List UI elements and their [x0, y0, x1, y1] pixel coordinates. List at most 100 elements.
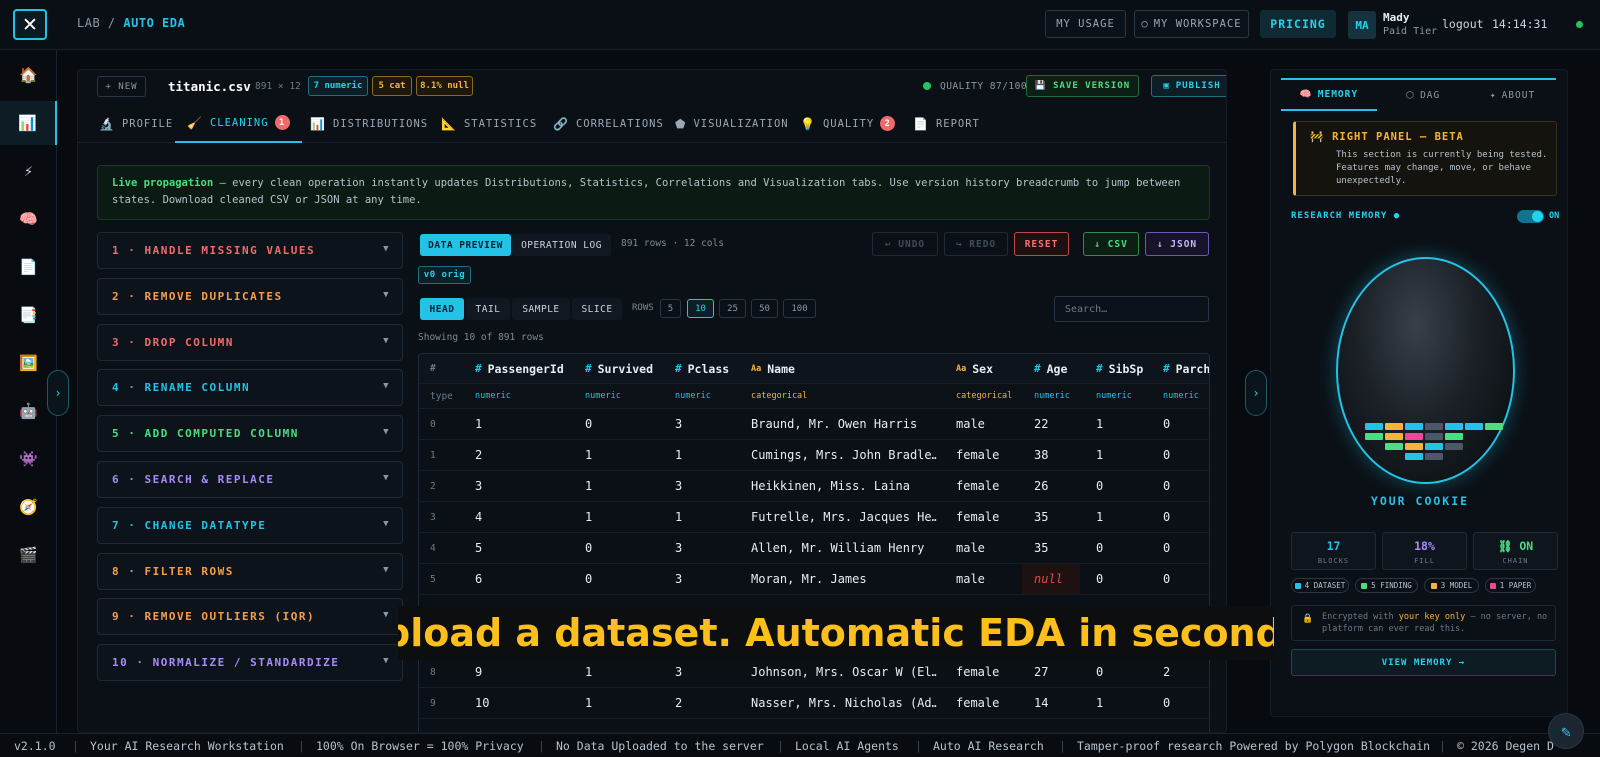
- download-json-button[interactable]: ↓ JSON: [1145, 232, 1209, 256]
- column-header[interactable]: # SibSp: [1096, 354, 1143, 383]
- stat-label: BLOCKS: [1317, 557, 1350, 565]
- operation-item[interactable]: 10 · NORMALIZE / STANDARDIZE ▼: [97, 644, 403, 682]
- publish-button[interactable]: ▣ PUBLISH: [1151, 75, 1226, 97]
- operation-item[interactable]: 8 · FILTER ROWS ▼: [97, 552, 403, 590]
- tab-quality[interactable]: 💡 QUALITY 2: [800, 104, 896, 143]
- app-root: ✕ LAB / AUTO EDA MY USAGE ○ MY WORKSPACE…: [0, 0, 1600, 757]
- operation-item[interactable]: 4 · RENAME COLUMN ▼: [97, 369, 403, 407]
- column-header[interactable]: Aa Sex: [956, 354, 993, 383]
- table-row[interactable]: 1 2 1 1 Cumings, Mrs. John Bradle… female 38 1 0: [419, 440, 1209, 471]
- operation-item[interactable]: 7 · CHANGE DATATYPE ▼: [97, 506, 403, 544]
- footer-item: No Data Uploaded to the server: [556, 739, 764, 753]
- expand-right-button[interactable]: ›: [1245, 370, 1267, 416]
- sidebar-item-agent[interactable]: 👾: [0, 437, 57, 481]
- sidebar-item-compass[interactable]: 🧭: [0, 485, 57, 529]
- sidebar-item-brain[interactable]: 🧠: [0, 197, 57, 241]
- my-workspace-button[interactable]: ○ MY WORKSPACE: [1134, 10, 1249, 38]
- undo-button[interactable]: ↩ UNDO: [872, 232, 938, 256]
- rows-option-5[interactable]: 5: [660, 299, 681, 318]
- table-row[interactable]: 0 1 0 3 Braund, Mr. Owen Harris male 22 1 0: [419, 409, 1209, 440]
- table-row[interactable]: 3 4 1 1 Futrelle, Mrs. Jacques He… female 35 1 0: [419, 502, 1209, 533]
- operation-item[interactable]: 5 · ADD COMPUTED COLUMN ▼: [97, 415, 403, 453]
- breadcrumb-lab[interactable]: LAB: [77, 16, 100, 30]
- mode-head[interactable]: HEAD: [420, 298, 464, 320]
- column-type: numeric: [1096, 391, 1132, 401]
- tab-profile[interactable]: 🔬 PROFILE: [99, 104, 173, 143]
- version-badge[interactable]: v0 orig: [418, 266, 471, 284]
- new-button[interactable]: + NEW: [97, 76, 146, 97]
- tab-distributions[interactable]: 📊 DISTRIBUTIONS: [310, 104, 428, 143]
- tab-report[interactable]: 📄 REPORT: [913, 104, 980, 143]
- pencil-icon[interactable]: ✎: [1548, 713, 1584, 749]
- column-header[interactable]: # PassengerId: [475, 354, 564, 383]
- rows-option-25[interactable]: 25: [719, 299, 746, 318]
- view-memory-button[interactable]: VIEW MEMORY →: [1291, 649, 1556, 676]
- column-header[interactable]: # Survived: [585, 354, 653, 383]
- memory-toggle[interactable]: [1517, 210, 1544, 223]
- breadcrumb-current: AUTO EDA: [123, 16, 186, 30]
- download-csv-button[interactable]: ↓ CSV: [1083, 232, 1139, 256]
- table-row[interactable]: 9 10 1 2 Nasser, Mrs. Nicholas (Ad… female 14 1…: [419, 688, 1209, 719]
- data-preview-tab[interactable]: DATA PREVIEW: [420, 234, 511, 256]
- operation-item[interactable]: 6 · SEARCH & REPLACE ▼: [97, 461, 403, 498]
- column-header[interactable]: Aa Name: [751, 354, 795, 383]
- stat-label: FILL: [1414, 557, 1435, 565]
- sidebar-item-document[interactable]: 📄: [0, 245, 57, 289]
- memory-block: [1365, 423, 1383, 430]
- tab-cleaning[interactable]: 🧹 CLEANING 1: [175, 104, 302, 143]
- tag-paper[interactable]: 1 PAPER: [1485, 578, 1536, 593]
- column-header[interactable]: # Parch: [1163, 354, 1209, 383]
- tag-dataset[interactable]: 4 DATASET: [1291, 578, 1349, 593]
- search-input[interactable]: [1054, 296, 1209, 322]
- mode-tail[interactable]: TAIL: [466, 298, 510, 320]
- tab-about[interactable]: ✦ ABOUT: [1469, 80, 1556, 111]
- avatar[interactable]: MA: [1348, 11, 1376, 39]
- sidebar-item-lightning[interactable]: ⚡: [0, 149, 57, 193]
- sidebar-item-eda[interactable]: 📊: [0, 101, 57, 145]
- table-row[interactable]: 2 3 1 3 Heikkinen, Miss. Laina female 26 0 0: [419, 471, 1209, 502]
- table-cell: 0: [430, 418, 436, 430]
- column-header[interactable]: # Pclass: [675, 354, 729, 383]
- mode-sample[interactable]: SAMPLE: [512, 298, 570, 320]
- sidebar-item-video[interactable]: 🎬: [0, 533, 57, 577]
- tab-visualization[interactable]: ⬟ VISUALIZATION: [675, 104, 789, 143]
- rows-option-100[interactable]: 100: [783, 299, 816, 318]
- operation-item[interactable]: 9 · REMOVE OUTLIERS (IQR) ▼: [97, 598, 403, 636]
- redo-button[interactable]: ↪ REDO: [944, 232, 1008, 256]
- tab-label: QUALITY: [822, 117, 875, 130]
- tag-model[interactable]: 3 MODEL: [1424, 578, 1479, 593]
- table-row[interactable]: 5 6 0 3 Moran, Mr. James male null 0 0: [419, 564, 1209, 595]
- chevron-down-icon: ▼: [383, 564, 390, 575]
- table-cell: female: [956, 479, 1000, 493]
- app-logo-icon[interactable]: ✕: [13, 9, 47, 40]
- rows-option-50[interactable]: 50: [751, 299, 778, 318]
- mode-slice[interactable]: SLICE: [572, 298, 622, 320]
- my-usage-button[interactable]: MY USAGE: [1045, 10, 1126, 38]
- column-header[interactable]: #: [430, 354, 436, 383]
- tab-correlations[interactable]: 🔗 CORRELATIONS: [553, 104, 664, 143]
- footer-item: Your AI Research Workstation: [90, 739, 284, 753]
- save-version-button[interactable]: 💾 SAVE VERSION: [1026, 75, 1139, 97]
- operation-item[interactable]: 2 · REMOVE DUPLICATES ▼: [97, 277, 403, 315]
- memory-cookie-visual[interactable]: [1336, 257, 1515, 484]
- operation-log-tab[interactable]: OPERATION LOG: [512, 234, 611, 256]
- tab-dag[interactable]: ⬡ DAG: [1377, 80, 1469, 111]
- operation-item[interactable]: 1 · HANDLE MISSING VALUES ▼: [97, 232, 403, 269]
- rows-option-10[interactable]: 10: [687, 299, 714, 318]
- tab-statistics[interactable]: 📐 STATISTICS: [441, 104, 537, 143]
- expand-left-button[interactable]: ›: [47, 370, 69, 416]
- logout-link[interactable]: logout: [1442, 17, 1484, 31]
- reset-button[interactable]: RESET: [1014, 232, 1069, 256]
- tag-finding[interactable]: 5 FINDING: [1355, 578, 1418, 593]
- sidebar-item-home[interactable]: 🏠: [0, 53, 57, 97]
- tab-memory[interactable]: 🧠 MEMORY: [1281, 80, 1377, 111]
- pricing-button[interactable]: PRICING: [1260, 10, 1336, 38]
- column-header[interactable]: # Age: [1034, 354, 1067, 383]
- table-row[interactable]: 4 5 0 3 Allen, Mr. William Henry male 35 0 0: [419, 533, 1209, 564]
- sidebar-item-pages[interactable]: 📑: [0, 293, 57, 337]
- model-swatch-icon: [1430, 582, 1437, 589]
- bar-chart-icon: 📊: [310, 116, 326, 131]
- table-row[interactable]: 8 9 1 3 Johnson, Mrs. Oscar W (El… female 27 0 2: [419, 657, 1209, 688]
- operation-label: 6 · SEARCH & REPLACE: [112, 473, 275, 486]
- operation-item[interactable]: 3 · DROP COLUMN ▼: [97, 323, 403, 361]
